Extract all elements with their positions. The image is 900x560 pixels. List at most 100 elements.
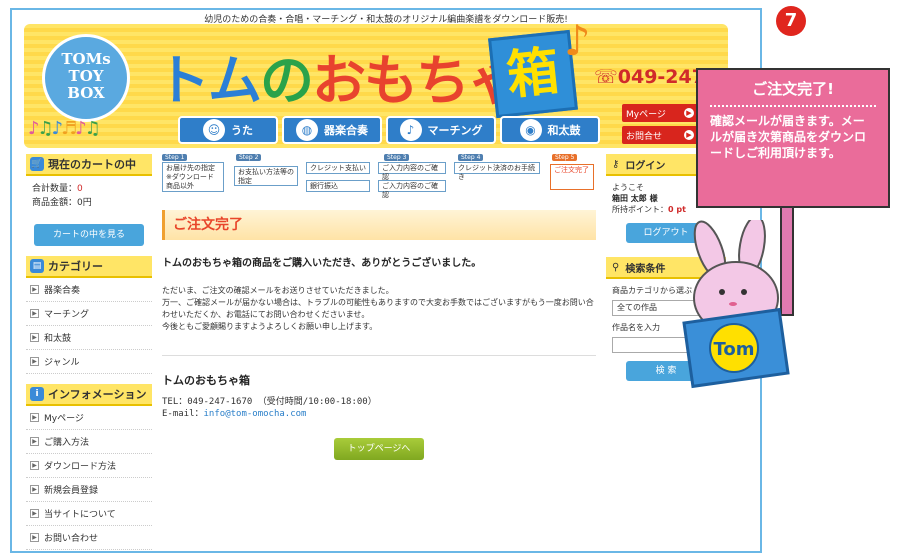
top-page-button[interactable]: トップページへ — [334, 438, 424, 460]
mascot-box-text: Tom — [713, 339, 754, 360]
category-label: 和太鼓 — [44, 334, 72, 344]
email-link[interactable]: info@tom-omocha.com — [204, 409, 307, 419]
phone-icon: ☏ — [594, 66, 618, 88]
body-line: ただいま、ご注文の確認メールをお送りさせていただきました。 — [162, 286, 394, 295]
step-label: Step 1 — [162, 154, 188, 161]
title-part: トム — [156, 49, 262, 112]
info-item[interactable]: ▶ ご購入方法 — [26, 430, 152, 454]
drum-icon: ◍ — [296, 119, 318, 141]
cart-summary: 合計数量：0 商品金額：0円 — [26, 176, 152, 210]
contact-label: お問合せ — [626, 131, 663, 142]
points-value: 0 pt — [668, 205, 686, 214]
step-credit-process: クレジット決済のお手続き — [454, 162, 540, 181]
info-item[interactable]: ▶ ダウンロード方法 — [26, 454, 152, 478]
left-sidebar: 🛒 現在のカートの中 合計数量：0 商品金額：0円 カートの中を見る ▤ カテゴリー… — [26, 154, 152, 550]
smile-icon: ☺ — [203, 119, 225, 141]
nav-button-uta[interactable]: ☺ うた — [178, 116, 278, 144]
logo-line: TOMs — [61, 50, 111, 68]
info-label: 当サイトについて — [44, 510, 116, 520]
category-item[interactable]: ▶ 器楽合奏 — [26, 278, 152, 302]
arrow-right-icon: ▶ — [30, 533, 39, 542]
mypage-button[interactable]: Myページ ▶ — [622, 104, 698, 122]
shop-name: トムのおもちゃ箱 — [162, 374, 250, 387]
taiko-icon: ◉ — [519, 119, 542, 141]
cart-amount-label: 商品金額： — [32, 198, 78, 208]
info-item[interactable]: ▶ 当サイトについて — [26, 502, 152, 526]
arrow-right-icon: ▶ — [30, 413, 39, 422]
body-line: 万一、ご確認メールが届かない場合は、トラブルの可能性もありますので大変お手数では… — [162, 298, 594, 319]
logo-line: BOX — [67, 84, 105, 102]
folder-icon: ▤ — [30, 259, 44, 273]
trumpet-icon: ♪ — [399, 119, 422, 141]
cart-qty: 0 — [77, 184, 83, 194]
step-shipping: お届け先の指定 ※ダウンロード商品以外 — [162, 162, 224, 192]
arrow-right-icon: ▶ — [30, 509, 39, 518]
cart-qty-label: 合計数量： — [32, 184, 78, 194]
shop-contact: TEL：049-247-1670 （受付時間/10:00-18:00） E-ma… — [162, 396, 596, 420]
arrow-right-icon: ▶ — [30, 461, 39, 470]
category-item[interactable]: ▶ ジャンル — [26, 350, 152, 374]
category-label: 器楽合奏 — [44, 286, 81, 296]
music-notes-decoration: ♪♫♪♬♪♫ — [28, 118, 101, 139]
nav-label: 器楽合奏 — [324, 124, 368, 137]
step-label: Step 5 — [552, 154, 578, 161]
checkout-steps: Step 1 お届け先の指定 ※ダウンロード商品以外 Step 2 お支払い方法… — [162, 154, 596, 200]
page-title: ご注文完了 — [162, 210, 596, 240]
mypage-label: Myページ — [626, 109, 666, 120]
logo-line: TOY — [68, 67, 104, 85]
nav-button-marching[interactable]: ♪ マーチング — [386, 116, 496, 144]
step-confirm: ご入力内容のご確認 — [378, 162, 446, 181]
category-title: カテゴリー — [48, 260, 103, 273]
nav-label: うた — [231, 124, 253, 137]
site-header-banner: TOMs TOY BOX トムのおもちゃ 箱 ♪ ☏049-247-1670 ♪… — [24, 16, 760, 148]
info-label: お問い合わせ — [44, 534, 99, 544]
cart-icon: 🛒 — [30, 157, 44, 171]
category-label: ジャンル — [44, 358, 80, 368]
cart-amount: 0円 — [77, 198, 92, 208]
confirmation-text: ただいま、ご注文の確認メールをお送りさせていただきました。 万一、ご確認メールが… — [162, 285, 596, 333]
arrow-right-icon: ▶ — [30, 437, 39, 446]
music-note-icon: ♪ — [564, 16, 591, 65]
info-item[interactable]: ▶ Myページ — [26, 406, 152, 430]
step-label: Step 2 — [236, 154, 262, 161]
arrow-right-icon: ▶ — [30, 357, 39, 366]
title-part: おもちゃ — [312, 49, 522, 112]
view-cart-button[interactable]: カートの中を見る — [34, 224, 144, 246]
info-label: ダウンロード方法 — [44, 462, 117, 472]
contact-button[interactable]: お問合せ ▶ — [622, 126, 698, 144]
login-title: ログイン — [625, 160, 666, 172]
category-item[interactable]: ▶ 和太鼓 — [26, 326, 152, 350]
info-title: インフォメーション — [48, 388, 147, 401]
info-label: ご購入方法 — [44, 438, 90, 448]
key-icon: ⚷ — [612, 158, 620, 170]
category-item[interactable]: ▶ マーチング — [26, 302, 152, 326]
arrow-right-icon: ▶ — [30, 285, 39, 294]
site-title[interactable]: トムのおもちゃ — [156, 36, 522, 115]
category-header: ▤ カテゴリー — [26, 256, 152, 278]
step-complete: ご注文完了 — [550, 164, 594, 190]
thanks-message: トムのおもちゃ箱の商品をご購入いただき、ありがとうございました。 — [162, 258, 482, 269]
step-label: Step 4 — [458, 154, 484, 161]
arrow-right-icon: ▶ — [30, 485, 39, 494]
callout-title: ご注文完了! — [752, 80, 834, 98]
nav-label: 和太鼓 — [547, 124, 581, 137]
step-payment: お支払い方法等の指定 — [234, 166, 298, 186]
info-header: i インフォメーション — [26, 384, 152, 406]
divider — [710, 105, 876, 107]
nav-button-instrumental[interactable]: ◍ 器楽合奏 — [282, 116, 382, 144]
step-credit: クレジット支払い — [306, 162, 370, 174]
step-number-badge: 7 — [776, 6, 806, 36]
info-item[interactable]: ▶ 新規会員登録 — [26, 478, 152, 502]
arrow-right-icon: ▶ — [684, 130, 694, 140]
info-item[interactable]: ▶ お問い合わせ — [26, 526, 152, 550]
toms-toy-box-logo[interactable]: TOMs TOY BOX — [42, 34, 130, 122]
body-line: 今後ともご愛顧賜りますようよろしくお願い申し上げます。 — [162, 322, 378, 331]
main-content: Step 1 お届け先の指定 ※ダウンロード商品以外 Step 2 お支払い方法… — [162, 154, 596, 460]
callout-body: 確認メールが届きます。メールが届き次第商品をダウンロードしご利用頂けます。 — [710, 114, 867, 160]
arrow-right-icon: ▶ — [30, 309, 39, 318]
points-label: 所持ポイント： — [612, 205, 668, 214]
search-title: 検索条件 — [625, 263, 666, 275]
nav-button-taiko[interactable]: ◉ 和太鼓 — [500, 116, 600, 144]
info-icon: i — [30, 387, 44, 401]
step-bank: 銀行振込 — [306, 180, 370, 192]
